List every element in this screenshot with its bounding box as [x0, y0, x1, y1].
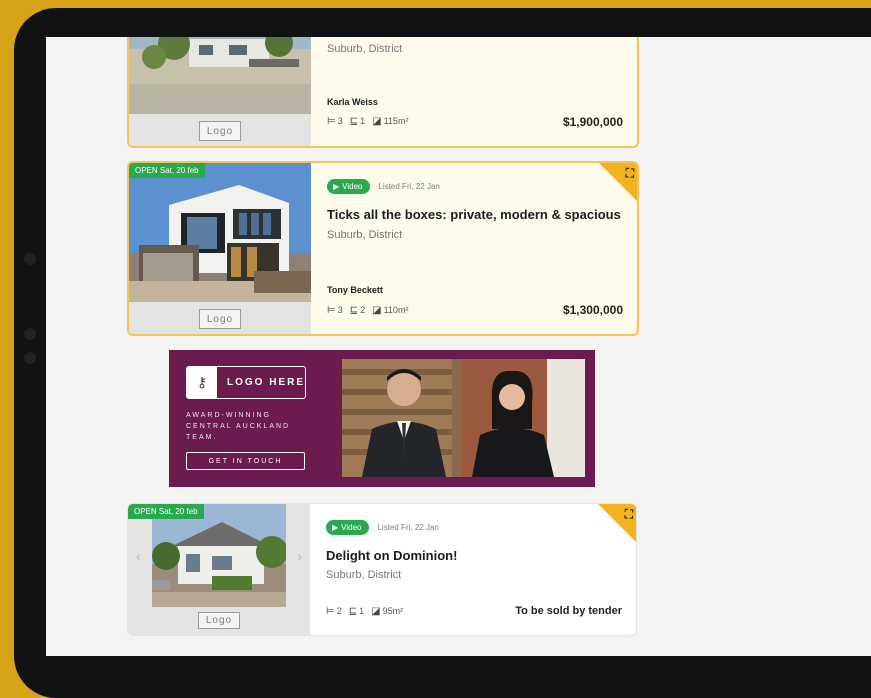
floor-area: 95m² [382, 606, 404, 616]
listing-info[interactable]: Suburb, District Karla Weiss ⊨ 3 ⊑ 1 ◪ 115m… [311, 37, 637, 146]
listing-photo-column[interactable]: Logo [129, 37, 311, 146]
listing-photo[interactable] [152, 504, 286, 607]
listing-suburb: Suburb, District [327, 43, 403, 55]
bed-count: 3 [337, 305, 343, 315]
bath-icon: ⊑ [349, 116, 359, 127]
bed-count: 2 [336, 606, 342, 616]
listing-features: ⊨ 2 ⊑ 1 ◪ 95m² [326, 606, 403, 617]
listing-card[interactable]: ‹ › OPEN Sat, 20 feb Logo ⛶ ▶ Video List… [127, 503, 637, 636]
tablet-sensor [24, 328, 36, 340]
bath-count: 2 [360, 305, 366, 315]
agency-logo: Logo [199, 121, 241, 141]
listing-price: $1,900,000 [562, 115, 623, 129]
floor-area-icon: ◪ [372, 305, 382, 316]
open-home-badge: OPEN Sat, 20 feb [128, 504, 204, 519]
floor-area-icon: ◪ [371, 606, 381, 617]
tablet-sensor [24, 352, 36, 364]
previous-photo-arrow[interactable]: ‹ [136, 548, 141, 564]
premium-badge-icon[interactable]: ⛶ [625, 507, 633, 522]
bath-icon: ⊑ [349, 305, 359, 316]
ad-agents-photo [342, 359, 585, 477]
listing-suburb: Suburb, District [326, 569, 402, 581]
key-icon: ⚷ [187, 367, 217, 398]
listing-info[interactable]: ⛶ ▶ Video Listed Fri, 22 Jan Delight on … [310, 504, 636, 635]
ad-tagline: AWARD-WINNING CENTRAL AUCKLAND TEAM. [186, 412, 291, 441]
listing-card[interactable]: OPEN Sat, 20 feb Logo ⛶ ▶ Video Listed F… [127, 161, 639, 336]
listing-photo[interactable] [129, 37, 311, 114]
bath-count: 1 [360, 116, 366, 126]
play-icon: ▶ [333, 182, 340, 191]
bed-icon: ⊨ [327, 305, 336, 316]
listing-agent: Karla Weiss [327, 97, 378, 107]
screen: Logo Suburb, District Karla Weiss ⊨ 3 ⊑ 1 … [46, 37, 871, 656]
listing-price: $1,300,000 [562, 303, 623, 317]
floor-area: 110m² [383, 305, 409, 315]
listing-title[interactable]: Ticks all the boxes: private, modern & s… [327, 207, 621, 222]
video-label: Video [341, 523, 362, 532]
listing-tags: ▶ Video Listed Fri, 22 Jan [326, 520, 439, 535]
listing-tags: ▶ Video Listed Fri, 22 Jan [327, 179, 440, 194]
listing-price: To be sold by tender [515, 605, 622, 617]
listing-photo[interactable] [129, 163, 311, 302]
video-label: Video [342, 182, 363, 191]
listing-title[interactable]: Delight on Dominion! [326, 548, 457, 563]
next-photo-arrow[interactable]: › [297, 548, 302, 564]
listed-date: Listed Fri, 22 Jan [377, 523, 439, 532]
floor-area-icon: ◪ [372, 116, 382, 127]
listed-date: Listed Fri, 22 Jan [378, 182, 440, 191]
tablet-sensor [24, 253, 36, 265]
agency-logo: Logo [198, 612, 240, 629]
get-in-touch-button[interactable]: GET IN TOUCH [186, 452, 305, 470]
listing-features: ⊨ 3 ⊑ 1 ◪ 115m² [327, 116, 408, 127]
listing-suburb: Suburb, District [327, 229, 403, 241]
bed-icon: ⊨ [327, 116, 336, 127]
listing-photo-column[interactable]: ‹ › OPEN Sat, 20 feb Logo [128, 504, 310, 635]
listing-agent: Tony Beckett [327, 285, 383, 295]
listing-photo-column[interactable]: OPEN Sat, 20 feb Logo [129, 163, 311, 334]
bed-count: 3 [337, 116, 343, 126]
ad-logo-text: LOGO HERE [227, 377, 306, 388]
agency-logo: Logo [199, 309, 241, 329]
listing-card[interactable]: Logo Suburb, District Karla Weiss ⊨ 3 ⊑ 1 … [127, 37, 639, 148]
bed-icon: ⊨ [326, 606, 335, 617]
video-tag[interactable]: ▶ Video [326, 520, 370, 535]
agent-ad-banner[interactable]: ⚷ LOGO HERE AWARD-WINNING CENTRAL AUCKLA… [169, 350, 595, 487]
listing-features: ⊨ 3 ⊑ 2 ◪ 110m² [327, 305, 408, 316]
ad-logo: ⚷ LOGO HERE [186, 366, 306, 399]
bath-count: 1 [359, 606, 365, 616]
listing-info[interactable]: ⛶ ▶ Video Listed Fri, 22 Jan Ticks all t… [311, 163, 637, 334]
premium-badge-icon[interactable]: ⛶ [626, 166, 634, 181]
play-icon: ▶ [332, 523, 339, 532]
floor-area: 115m² [383, 116, 409, 126]
bath-icon: ⊑ [348, 606, 358, 617]
video-tag[interactable]: ▶ Video [327, 179, 371, 194]
open-home-badge: OPEN Sat, 20 feb [129, 163, 205, 178]
